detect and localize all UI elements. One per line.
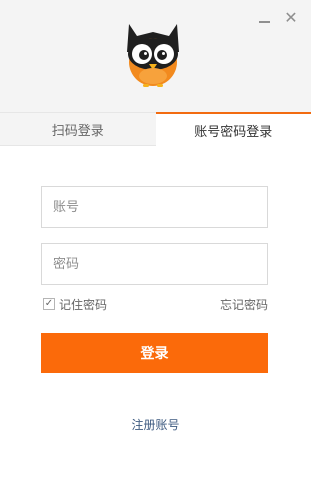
tab-account-login[interactable]: 账号密码登录: [155, 112, 311, 146]
owl-logo-icon: [127, 24, 179, 87]
close-button[interactable]: ✕: [283, 10, 299, 26]
minimize-icon: [258, 21, 270, 23]
login-button[interactable]: 登录: [41, 333, 268, 373]
checkbox-check-icon: ✓: [43, 298, 55, 310]
header: ✕: [0, 0, 311, 112]
tab-qr-login[interactable]: 扫码登录: [0, 112, 156, 146]
remember-password-checkbox[interactable]: ✓ 记住密码: [43, 296, 107, 312]
password-input[interactable]: [41, 243, 268, 285]
register-account-link[interactable]: 注册账号: [0, 416, 311, 433]
account-input[interactable]: [41, 186, 268, 228]
close-icon: ✕: [284, 8, 298, 27]
forgot-password-link[interactable]: 忘记密码: [220, 296, 268, 313]
login-tabs: 扫码登录 账号密码登录: [0, 112, 311, 146]
minimize-button[interactable]: [256, 10, 272, 26]
remember-password-label: 记住密码: [59, 297, 108, 312]
